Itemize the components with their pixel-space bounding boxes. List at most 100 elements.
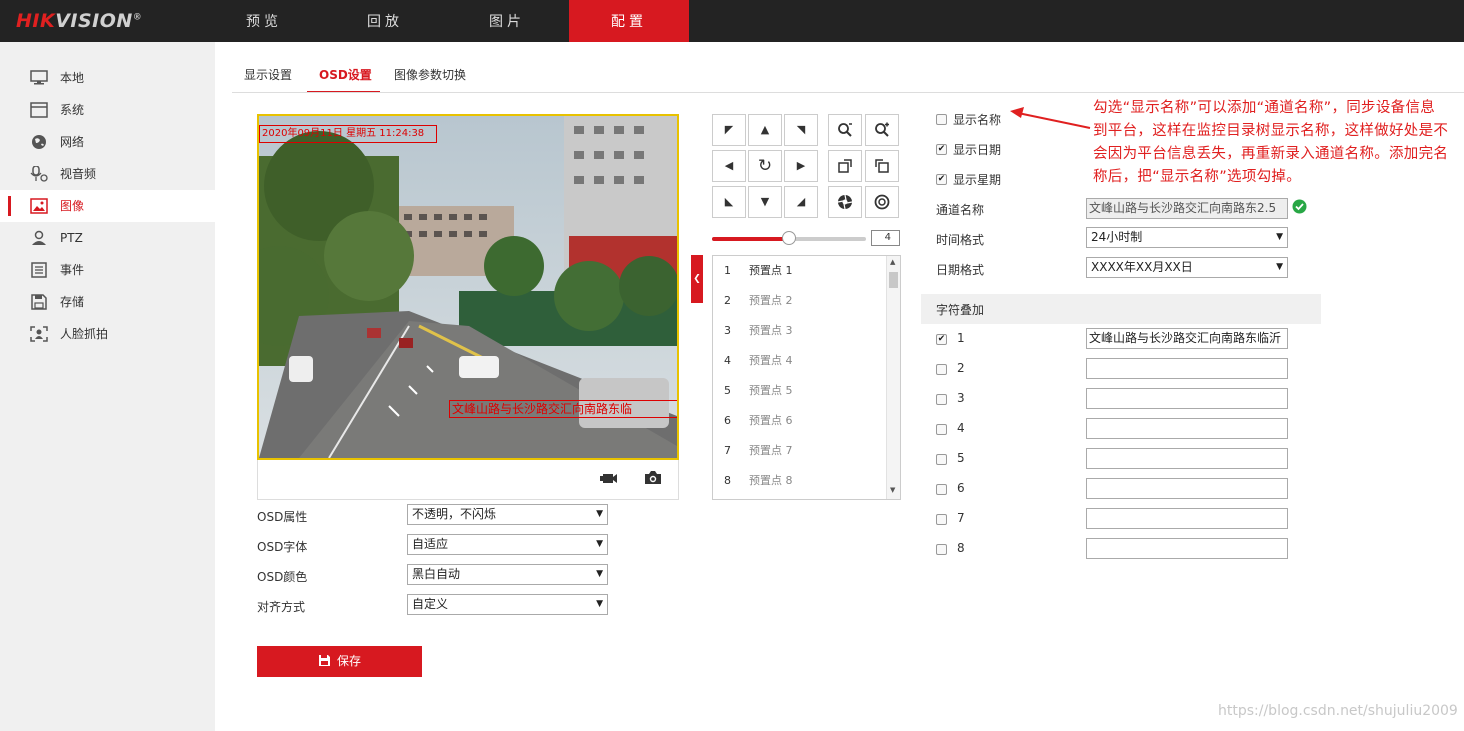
save-button[interactable]: 保存 bbox=[257, 646, 422, 677]
sidebar: 本地 系统 网络 视音频 图像 PTZ 事件 存储 人脸抓拍 bbox=[0, 42, 215, 731]
list-item[interactable]: 2 预置点 2 bbox=[713, 286, 885, 316]
sidebar-item-storage[interactable]: 存储 bbox=[0, 286, 215, 318]
sidebar-item-face-capture[interactable]: 人脸抓拍 bbox=[0, 318, 215, 350]
nav-playback[interactable]: 回放 bbox=[325, 0, 445, 42]
collapse-panel-button[interactable]: ❮ bbox=[691, 255, 703, 303]
overlay-checkbox-5[interactable] bbox=[936, 454, 947, 465]
osd-time-overlay[interactable]: 2020年09月11日 星期五 11:24:38 bbox=[259, 125, 437, 143]
show-week-label: 显示星期 bbox=[953, 173, 1002, 187]
sidebar-item-ptz[interactable]: PTZ bbox=[0, 222, 215, 254]
focus-far-button[interactable] bbox=[865, 150, 899, 182]
zoom-out-button[interactable] bbox=[828, 114, 862, 146]
list-item[interactable]: 3 预置点 3 bbox=[713, 316, 885, 346]
sidebar-item-video-audio[interactable]: 视音频 bbox=[0, 158, 215, 190]
alignment-select[interactable]: 自定义 ▼ bbox=[407, 594, 608, 615]
ptz-auto-rotate-button[interactable]: ↻ bbox=[748, 150, 782, 182]
sidebar-item-label: PTZ bbox=[60, 231, 83, 245]
ptz-down-button[interactable]: ▼ bbox=[748, 186, 782, 218]
time-format-select[interactable]: 24小时制 ▼ bbox=[1086, 227, 1288, 248]
overlay-text-input-3[interactable] bbox=[1086, 388, 1288, 409]
show-week-checkbox[interactable]: ✔ bbox=[936, 174, 947, 185]
ptz-down-left-button[interactable]: ◣ bbox=[712, 186, 746, 218]
overlay-text-input-5[interactable] bbox=[1086, 448, 1288, 469]
ptz-down-right-button[interactable]: ◢ bbox=[784, 186, 818, 218]
ptz-right-button[interactable]: ▶ bbox=[784, 150, 818, 182]
arrow-left-icon: ◀ bbox=[724, 159, 734, 172]
sidebar-item-network[interactable]: 网络 bbox=[0, 126, 215, 158]
logo-vision: VISION bbox=[55, 10, 133, 32]
scroll-down-icon[interactable]: ▼ bbox=[890, 486, 895, 494]
monitor-icon bbox=[30, 70, 48, 85]
sidebar-item-label: 存储 bbox=[60, 295, 85, 309]
ptz-up-button[interactable]: ▲ bbox=[748, 114, 782, 146]
list-item[interactable]: 7 预置点 7 bbox=[713, 436, 885, 466]
overlay-text-input-2[interactable] bbox=[1086, 358, 1288, 379]
iris-open-button[interactable] bbox=[828, 186, 862, 218]
nav-configuration[interactable]: 配置 bbox=[569, 0, 689, 42]
channel-name-input[interactable]: 文峰山路与长沙路交汇向南路东2.5 bbox=[1086, 198, 1288, 219]
tab-image-param-switch[interactable]: 图像参数切换 bbox=[394, 66, 466, 92]
list-item[interactable]: 4 预置点 4 bbox=[713, 346, 885, 376]
overlay-text-input-7[interactable] bbox=[1086, 508, 1288, 529]
overlay-checkbox-7[interactable] bbox=[936, 514, 947, 525]
osd-color-select[interactable]: 黑白自动 ▼ bbox=[407, 564, 608, 585]
list-item[interactable]: 6 预置点 6 bbox=[713, 406, 885, 436]
iris-close-icon bbox=[874, 194, 890, 210]
zoom-in-button[interactable] bbox=[865, 114, 899, 146]
preset-scrollbar[interactable]: ▲ ▼ bbox=[886, 256, 900, 499]
tab-display-settings[interactable]: 显示设置 bbox=[244, 66, 292, 92]
nav-preview[interactable]: 预览 bbox=[204, 0, 324, 42]
dropdown-arrow-icon: ▼ bbox=[596, 539, 603, 549]
overlay-text-input-4[interactable] bbox=[1086, 418, 1288, 439]
show-date-checkbox[interactable]: ✔ bbox=[936, 144, 947, 155]
preset-number: 5 bbox=[724, 384, 731, 397]
sidebar-item-system[interactable]: 系统 bbox=[0, 94, 215, 126]
scroll-up-icon[interactable]: ▲ bbox=[890, 258, 895, 266]
iris-close-button[interactable] bbox=[865, 186, 899, 218]
snapshot-icon[interactable] bbox=[644, 470, 662, 485]
nav-picture[interactable]: 图片 bbox=[447, 0, 567, 42]
ptz-up-left-button[interactable]: ◤ bbox=[712, 114, 746, 146]
live-video-preview[interactable]: 2020年09月11日 星期五 11:24:38 文峰山路与长沙路交汇向南路东临 bbox=[257, 114, 679, 460]
dropdown-arrow-icon: ▼ bbox=[596, 509, 603, 519]
overlay-checkbox-1[interactable]: ✔ bbox=[936, 334, 947, 345]
tab-osd-settings[interactable]: OSD设置 bbox=[307, 66, 380, 93]
overlay-checkbox-8[interactable] bbox=[936, 544, 947, 555]
sidebar-item-image[interactable]: 图像 bbox=[0, 190, 215, 222]
preset-name: 预置点 1 bbox=[749, 264, 793, 277]
overlay-text-input-1[interactable]: 文峰山路与长沙路交汇向南路东临沂 bbox=[1086, 328, 1288, 349]
ptz-speed-fill bbox=[712, 237, 789, 241]
preset-name: 预置点 4 bbox=[749, 354, 793, 367]
list-item[interactable]: 5 预置点 5 bbox=[713, 376, 885, 406]
overlay-text-input-8[interactable] bbox=[1086, 538, 1288, 559]
overlay-number: 4 bbox=[957, 421, 965, 435]
ptz-speed-slider[interactable] bbox=[712, 231, 866, 245]
focus-far-icon bbox=[875, 159, 889, 173]
sidebar-item-event[interactable]: 事件 bbox=[0, 254, 215, 286]
show-name-checkbox[interactable] bbox=[936, 114, 947, 125]
record-icon[interactable] bbox=[599, 471, 617, 485]
overlay-number: 8 bbox=[957, 541, 965, 555]
sidebar-item-label: 网络 bbox=[60, 135, 85, 149]
overlay-checkbox-4[interactable] bbox=[936, 424, 947, 435]
osd-font-select[interactable]: 自适应 ▼ bbox=[407, 534, 608, 555]
scrollbar-thumb[interactable] bbox=[889, 272, 898, 288]
sidebar-item-local[interactable]: 本地 bbox=[0, 62, 215, 94]
osd-text-overlay[interactable]: 文峰山路与长沙路交汇向南路东临 bbox=[449, 400, 677, 418]
osd-attr-select[interactable]: 不透明，不闪烁 ▼ bbox=[407, 504, 608, 525]
focus-near-button[interactable] bbox=[828, 150, 862, 182]
overlay-text-input-6[interactable] bbox=[1086, 478, 1288, 499]
list-item[interactable]: 8 预置点 8 bbox=[713, 466, 885, 496]
dropdown-arrow-icon: ▼ bbox=[1276, 232, 1283, 242]
overlay-checkbox-2[interactable] bbox=[936, 364, 947, 375]
date-format-select[interactable]: XXXX年XX月XX日 ▼ bbox=[1086, 257, 1288, 278]
top-nav-bar: HIKVISION® 预览 回放 图片 配置 bbox=[0, 0, 1464, 42]
list-item[interactable]: 1 预置点 1 bbox=[713, 256, 885, 286]
ptz-left-button[interactable]: ◀ bbox=[712, 150, 746, 182]
overlay-checkbox-6[interactable] bbox=[936, 484, 947, 495]
overlay-checkbox-3[interactable] bbox=[936, 394, 947, 405]
ptz-speed-knob[interactable] bbox=[782, 231, 796, 245]
sidebar-item-label: 事件 bbox=[60, 263, 85, 277]
preset-number: 3 bbox=[724, 324, 731, 337]
ptz-up-right-button[interactable]: ◥ bbox=[784, 114, 818, 146]
